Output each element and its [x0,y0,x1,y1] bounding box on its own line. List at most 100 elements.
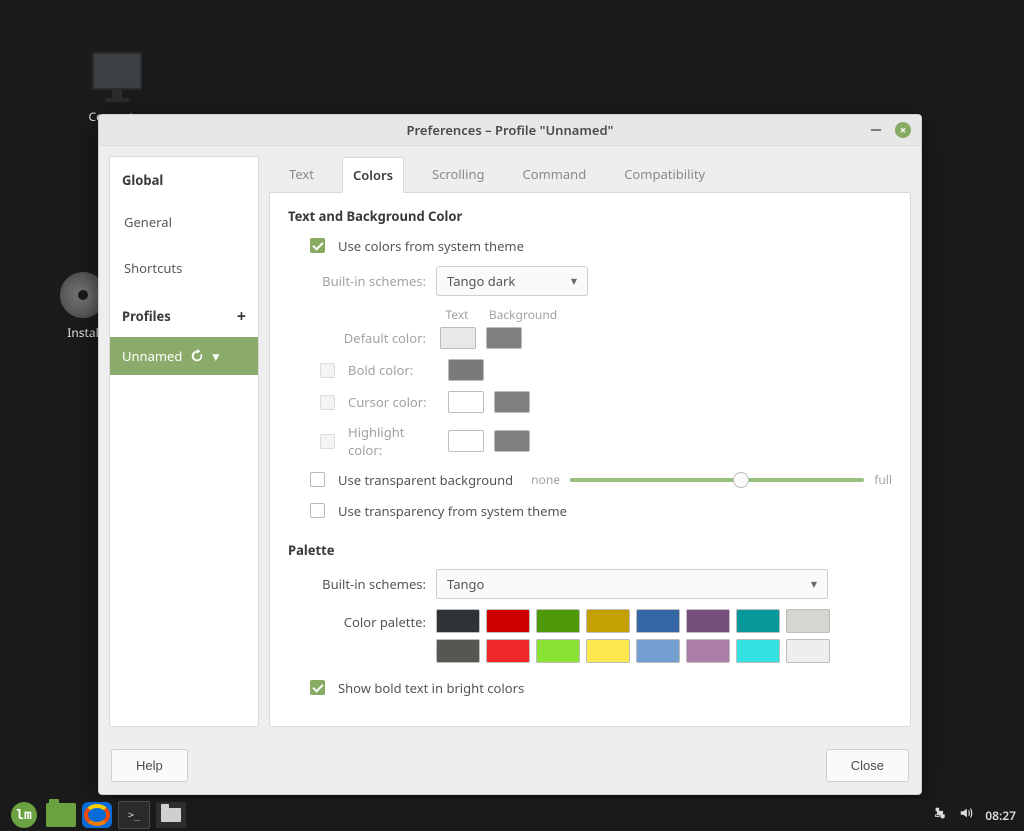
label-transparency-system: Use transparency from system theme [338,502,567,520]
titlebar[interactable]: Preferences – Profile "Unnamed" × [99,115,921,146]
mint-logo-icon: lm [11,802,37,828]
palette-swatch[interactable] [786,639,830,663]
chevron-down-icon: ▼ [811,579,817,590]
row-use-system-colors: Use colors from system theme [288,235,892,256]
taskbar-app-terminal[interactable]: >_ [118,801,150,829]
row-default-color: Default color: [288,327,892,349]
network-icon[interactable] [933,806,947,824]
palette-swatch[interactable] [486,639,530,663]
tab-panel-colors: Text and Background Color Use colors fro… [269,192,911,727]
sidebar: Global General Shortcuts Profiles + Unna… [109,156,259,727]
label-use-system-colors: Use colors from system theme [338,237,524,255]
slider-thumb[interactable] [733,472,749,488]
palette-swatch[interactable] [486,609,530,633]
sidebar-item-general[interactable]: General [110,199,258,245]
palette-swatch[interactable] [636,639,680,663]
swatch-highlight-text[interactable] [448,430,484,452]
sidebar-header-global: Global [110,157,258,199]
row-highlight-color: Highlight color: [288,423,892,459]
transparency-slider[interactable] [570,478,864,482]
palette-swatch[interactable] [586,639,630,663]
tab-scrolling[interactable]: Scrolling [422,157,494,191]
swatch-default-text[interactable] [440,327,476,349]
combo-palette-builtin[interactable]: Tango ▼ [436,569,828,599]
checkbox-bold-color[interactable] [320,363,335,378]
chevron-down-icon: ▼ [571,276,577,287]
section-palette: Palette [288,541,892,559]
row-transparency-system: Use transparency from system theme [288,500,892,521]
label-bold-color: Bold color: [348,361,438,379]
refresh-icon [190,349,204,363]
tab-colors[interactable]: Colors [342,157,404,193]
row-bold-color: Bold color: [288,359,892,381]
checkbox-transparent-bg[interactable] [310,472,325,487]
palette-swatch[interactable] [586,609,630,633]
sidebar-item-profile-unnamed[interactable]: Unnamed ▼ [110,337,258,375]
palette-swatch[interactable] [636,609,680,633]
label-background-column: Background [488,306,558,323]
window-title: Preferences – Profile "Unnamed" [407,121,614,139]
palette-swatch[interactable] [536,609,580,633]
palette-swatch[interactable] [686,639,730,663]
combo-builtin-scheme[interactable]: Tango dark ▼ [436,266,588,296]
profile-name-label: Unnamed [122,347,182,365]
row-show-bold-bright: Show bold text in bright colors [288,677,892,698]
close-window-button[interactable]: × [895,122,911,138]
checkbox-highlight-color[interactable] [320,434,335,449]
tab-compatibility[interactable]: Compatibility [614,157,715,191]
chevron-down-icon: ▼ [212,350,219,363]
palette-swatch[interactable] [436,639,480,663]
palette-swatch[interactable] [536,639,580,663]
checkbox-cursor-color[interactable] [320,395,335,410]
palette-swatch[interactable] [786,609,830,633]
checkbox-use-system-colors[interactable] [310,238,325,253]
desktop: Computer Instal Preferences – Profile "U… [0,0,1024,831]
row-palette-builtin: Built-in schemes: Tango ▼ [288,569,892,599]
add-profile-button[interactable]: + [237,305,246,327]
palette-row-1 [436,609,830,633]
checkbox-show-bold-bright[interactable] [310,680,325,695]
row-cursor-color: Cursor color: [288,391,892,413]
folder-icon [161,808,181,822]
swatch-default-bg[interactable] [486,327,522,349]
volume-icon[interactable] [959,806,973,824]
row-transparent-bg: Use transparent background none full [288,469,892,490]
sidebar-header-profiles: Profiles + [110,291,258,337]
palette-swatch[interactable] [736,639,780,663]
minimize-button[interactable] [871,129,881,131]
palette-swatch[interactable] [686,609,730,633]
label-default-color: Default color: [306,329,426,347]
monitor-icon [92,52,142,90]
palette-swatch[interactable] [436,609,480,633]
combo-palette-builtin-value: Tango [447,575,484,593]
label-transparent-bg: Use transparent background [338,471,513,489]
palette-row-2 [436,639,830,663]
slider-label-none: none [531,471,560,488]
label-highlight-color: Highlight color: [348,423,438,459]
tab-text[interactable]: Text [279,157,324,191]
palette-grid [436,609,830,663]
tab-command[interactable]: Command [513,157,597,191]
taskbar-app-files[interactable] [156,802,186,828]
taskbar-app-firefox[interactable] [82,802,112,828]
close-button[interactable]: Close [826,749,909,782]
swatch-highlight-bg[interactable] [494,430,530,452]
sidebar-item-shortcuts[interactable]: Shortcuts [110,245,258,291]
swatch-bold-text[interactable] [448,359,484,381]
dialog-body: Global General Shortcuts Profiles + Unna… [99,146,921,737]
swatch-cursor-text[interactable] [448,391,484,413]
taskbar-show-desktop[interactable] [46,803,76,827]
palette-swatch[interactable] [736,609,780,633]
label-builtin-schemes: Built-in schemes: [306,272,426,290]
clock[interactable]: 08:27 [985,807,1016,824]
preferences-dialog: Preferences – Profile "Unnamed" × Global… [98,114,922,795]
checkbox-transparency-system[interactable] [310,503,325,518]
section-text-bg-color: Text and Background Color [288,207,892,225]
content: Text Colors Scrolling Command Compatibil… [269,156,911,727]
help-button[interactable]: Help [111,749,188,782]
start-menu-button[interactable]: lm [8,799,40,831]
label-text-column: Text [436,306,478,323]
swatch-cursor-bg[interactable] [494,391,530,413]
label-palette-builtin: Built-in schemes: [306,575,426,593]
taskbar: lm >_ 08:27 [0,799,1024,831]
